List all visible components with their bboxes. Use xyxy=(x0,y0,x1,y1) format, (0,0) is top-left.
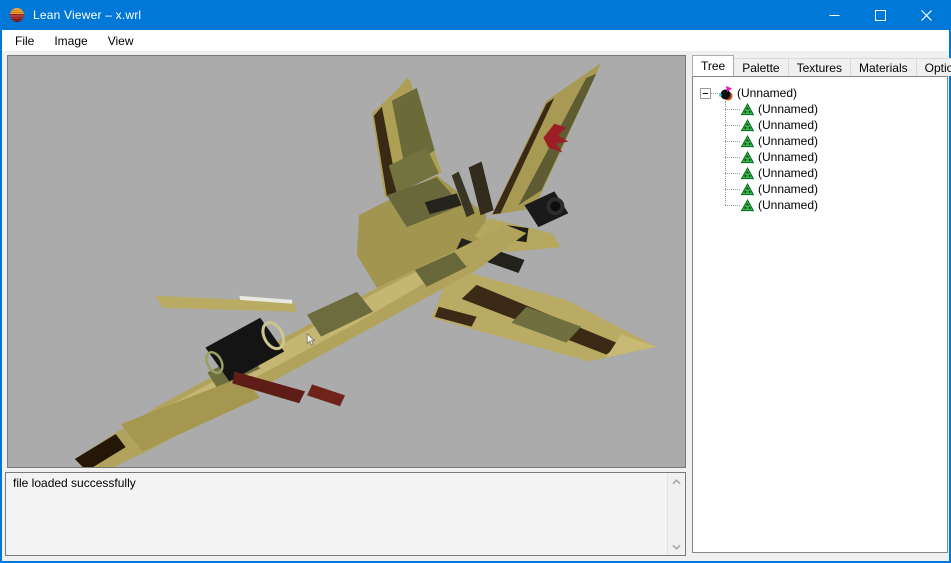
minimize-button[interactable] xyxy=(811,0,857,30)
collapse-expander[interactable] xyxy=(700,88,711,99)
mesh-icon xyxy=(741,167,754,180)
scroll-up-button[interactable] xyxy=(668,473,685,490)
tab-materials[interactable]: Materials xyxy=(850,58,917,76)
tree-root-item[interactable]: (Unnamed) xyxy=(693,85,947,101)
tree-item[interactable]: (Unnamed) xyxy=(693,197,947,213)
tree-item[interactable]: (Unnamed) xyxy=(693,181,947,197)
chevron-down-icon xyxy=(672,544,681,550)
mesh-icon xyxy=(741,135,754,148)
chevron-up-icon xyxy=(672,479,681,485)
scene-root-icon xyxy=(718,86,733,101)
tab-strip: Tree Palette Textures Materials Options xyxy=(692,55,949,76)
mesh-icon xyxy=(741,119,754,132)
jet-model-render xyxy=(8,56,685,467)
tree-item-label: (Unnamed) xyxy=(758,102,818,116)
log-scrollbar[interactable] xyxy=(667,473,685,555)
tree-item[interactable]: (Unnamed) xyxy=(693,149,947,165)
maximize-icon xyxy=(875,10,886,21)
mesh-icon xyxy=(741,103,754,116)
side-panel: Tree Palette Textures Materials Options xyxy=(692,55,949,552)
tab-options[interactable]: Options xyxy=(916,58,951,76)
tree-connector xyxy=(711,93,718,94)
tree-item-label: (Unnamed) xyxy=(758,198,818,212)
tree-item-label: (Unnamed) xyxy=(737,86,797,100)
tree-item[interactable]: (Unnamed) xyxy=(693,165,947,181)
close-button[interactable] xyxy=(903,0,949,30)
scene-tree: (Unnamed) (Unnamed) (Unnamed) (Unnamed) xyxy=(692,76,948,553)
title-bar[interactable]: Lean Viewer – x.wrl xyxy=(2,0,949,30)
menu-file[interactable]: File xyxy=(5,30,44,51)
tree-item-label: (Unnamed) xyxy=(758,166,818,180)
minimize-icon xyxy=(829,10,840,21)
mesh-icon xyxy=(741,151,754,164)
window-controls xyxy=(811,0,949,30)
app-window: { "window": { "title": "Lean Viewer – x.… xyxy=(0,0,951,563)
log-box: file loaded successfully xyxy=(5,472,686,556)
scroll-down-button[interactable] xyxy=(668,538,685,555)
mesh-icon xyxy=(741,199,754,212)
window-title: Lean Viewer – x.wrl xyxy=(33,8,141,22)
menu-bar: File Image View xyxy=(2,30,949,52)
tree-item[interactable]: (Unnamed) xyxy=(693,133,947,149)
model-viewport[interactable] xyxy=(7,55,686,468)
menu-view[interactable]: View xyxy=(98,30,144,51)
log-message: file loaded successfully xyxy=(6,473,667,555)
tree-item-label: (Unnamed) xyxy=(758,134,818,148)
tree-item-label: (Unnamed) xyxy=(758,150,818,164)
app-logo-icon xyxy=(9,7,25,23)
maximize-button[interactable] xyxy=(857,0,903,30)
tab-textures[interactable]: Textures xyxy=(788,58,851,76)
tab-tree[interactable]: Tree xyxy=(692,55,734,76)
tree-item[interactable]: (Unnamed) xyxy=(693,101,947,117)
tree-item-label: (Unnamed) xyxy=(758,118,818,132)
menu-image[interactable]: Image xyxy=(44,30,97,51)
mesh-icon xyxy=(741,183,754,196)
tree-item[interactable]: (Unnamed) xyxy=(693,117,947,133)
tab-palette[interactable]: Palette xyxy=(733,58,788,76)
tree-item-label: (Unnamed) xyxy=(758,182,818,196)
close-icon xyxy=(921,10,932,21)
